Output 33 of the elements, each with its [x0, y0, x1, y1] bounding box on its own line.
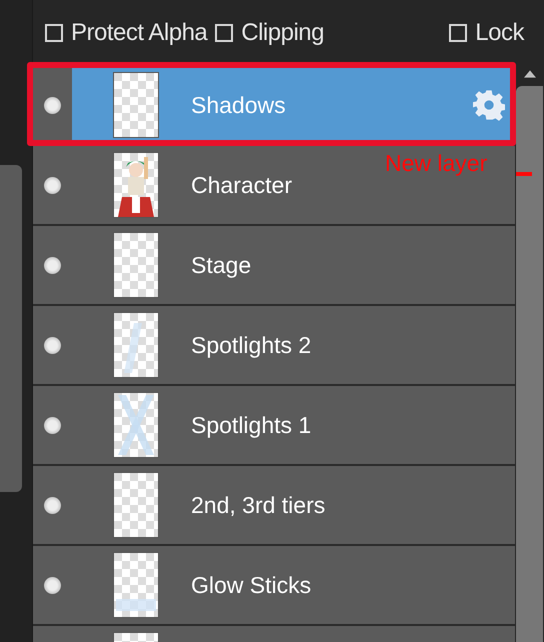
visibility-dot[interactable] [44, 336, 61, 354]
thumbnail [114, 393, 158, 457]
layer-name: Glow Sticks [191, 572, 312, 598]
layer-name: 2nd, 3rd tiers [191, 492, 326, 518]
layer-row[interactable]: Glow Sticks [33, 546, 515, 626]
visibility-dot[interactable] [44, 256, 61, 274]
layer-name: Character [191, 172, 292, 198]
thumbnail [114, 313, 158, 377]
visibility-dot[interactable] [44, 176, 61, 194]
layer-name: Spotlights 2 [191, 332, 312, 358]
layer-row[interactable]: Stage [33, 226, 515, 306]
visibility-dot[interactable] [44, 416, 61, 434]
visibility-dot[interactable] [44, 576, 61, 594]
annotation-mark [516, 172, 532, 176]
layer-name: Spotlights 1 [191, 412, 312, 438]
thumbnail [114, 73, 158, 137]
visibility-dot[interactable] [44, 496, 61, 514]
thumbnail [114, 553, 158, 617]
option-checkbox[interactable]: Protect Alpha [45, 19, 208, 47]
layer-row[interactable]: Spotlights 2 [33, 306, 515, 386]
layer-name: Stage [191, 252, 252, 278]
settings-icon[interactable] [473, 89, 505, 121]
visibility-dot[interactable] [44, 96, 61, 114]
scroll-up-icon[interactable] [524, 70, 536, 78]
thumbnail [114, 473, 158, 537]
scrollbar-thumb[interactable] [516, 86, 543, 642]
option-checkbox[interactable]: Lock [449, 19, 524, 47]
option-checkbox[interactable]: Clipping [215, 19, 324, 47]
annotation-label: New layer [385, 150, 488, 177]
layer-name: Shadows [191, 92, 286, 118]
thumbnail [114, 233, 158, 297]
layer-row[interactable]: 2nd, 3rd tiers [33, 466, 515, 546]
layer-row[interactable]: Spotlights 1 [33, 386, 515, 466]
